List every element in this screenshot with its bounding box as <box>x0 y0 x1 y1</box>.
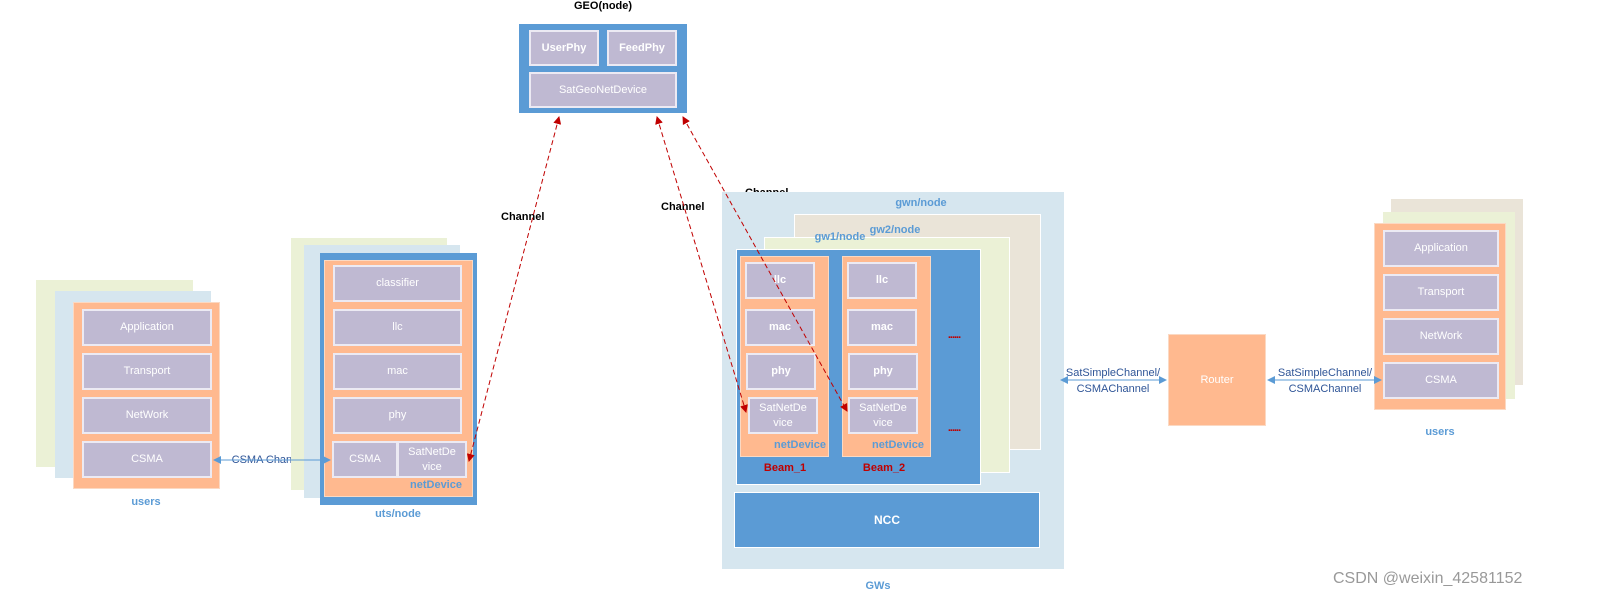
channel-arrow-ut <box>466 116 562 462</box>
arrow-layer <box>213 116 1382 464</box>
diagram-canvas: GEO(node) UserPhy FeedPhy SatGeoNetDevic… <box>0 0 1613 599</box>
channel-arrow-beam-2 <box>682 116 848 412</box>
channel-arrow-beam-1 <box>655 116 748 413</box>
